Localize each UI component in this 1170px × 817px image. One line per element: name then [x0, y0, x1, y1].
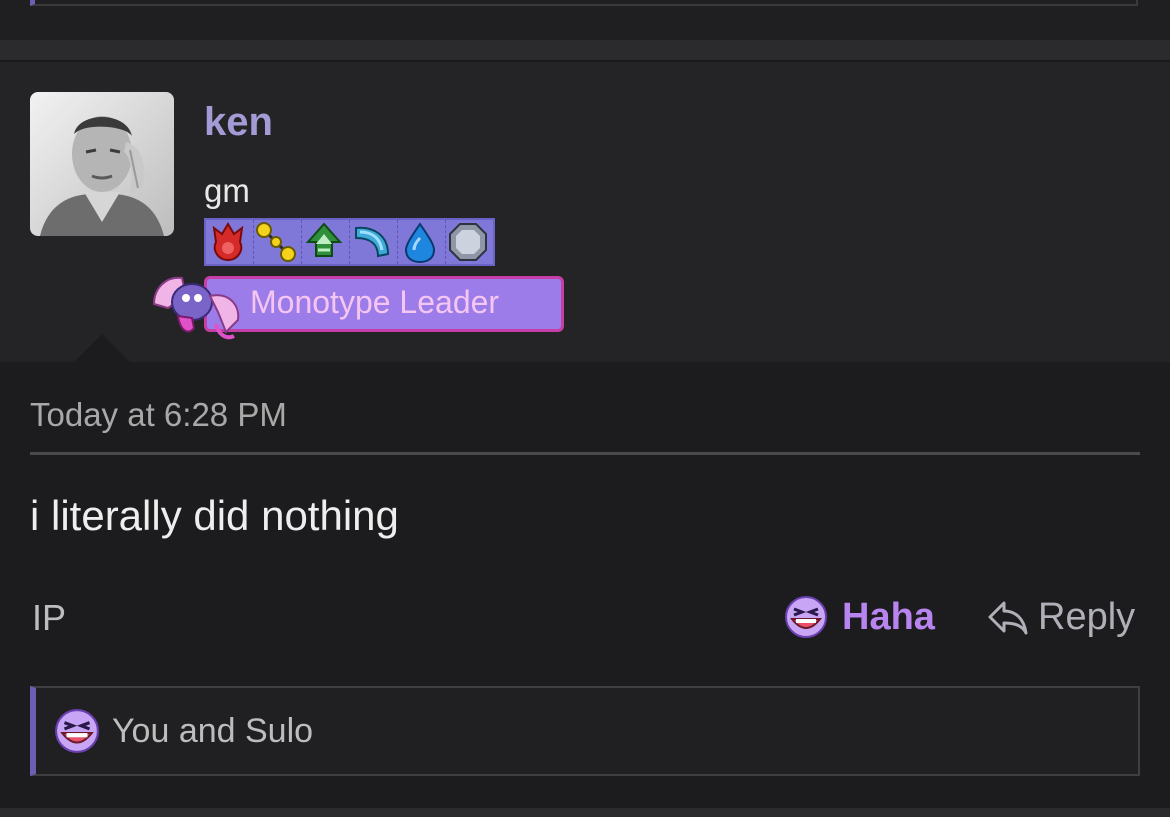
avatar-photo — [30, 92, 174, 236]
type-icons-strip — [204, 218, 495, 266]
pokemon-sprite-icon — [152, 276, 240, 340]
reactions-summary[interactable]: You and Sulo — [54, 706, 313, 756]
avatar[interactable] — [30, 92, 174, 236]
username[interactable]: ken — [204, 100, 273, 145]
grass-type-icon — [302, 220, 350, 264]
post-separator — [0, 40, 1170, 60]
previous-reactions-bar — [30, 0, 1138, 6]
timestamp-divider — [30, 452, 1140, 455]
electric-type-icon — [254, 220, 302, 264]
laughing-face-icon — [785, 596, 827, 638]
reply-button[interactable]: Reply — [986, 592, 1135, 642]
user-banner-label: Monotype Leader — [250, 284, 500, 320]
user-title: gm — [204, 172, 250, 209]
previous-post-footer — [0, 0, 1170, 40]
reply-arrow-icon — [988, 601, 1028, 635]
laughing-face-icon — [55, 709, 99, 753]
steel-type-icon — [446, 220, 493, 264]
post-separator-bottom — [0, 808, 1170, 817]
fire-type-icon — [206, 220, 254, 264]
post-arrow — [74, 334, 130, 362]
reply-label: Reply — [1038, 595, 1136, 638]
haha-label: Haha — [842, 595, 935, 638]
post-message: i literally did nothing — [30, 492, 399, 539]
dragon-type-icon — [350, 220, 398, 264]
water-type-icon — [398, 220, 446, 264]
ip-link[interactable]: IP — [32, 597, 66, 639]
haha-reaction-button[interactable]: Haha — [784, 592, 935, 642]
reactions-summary-text: You and Sulo — [112, 711, 314, 750]
post-timestamp[interactable]: Today at 6:28 PM — [30, 396, 287, 434]
